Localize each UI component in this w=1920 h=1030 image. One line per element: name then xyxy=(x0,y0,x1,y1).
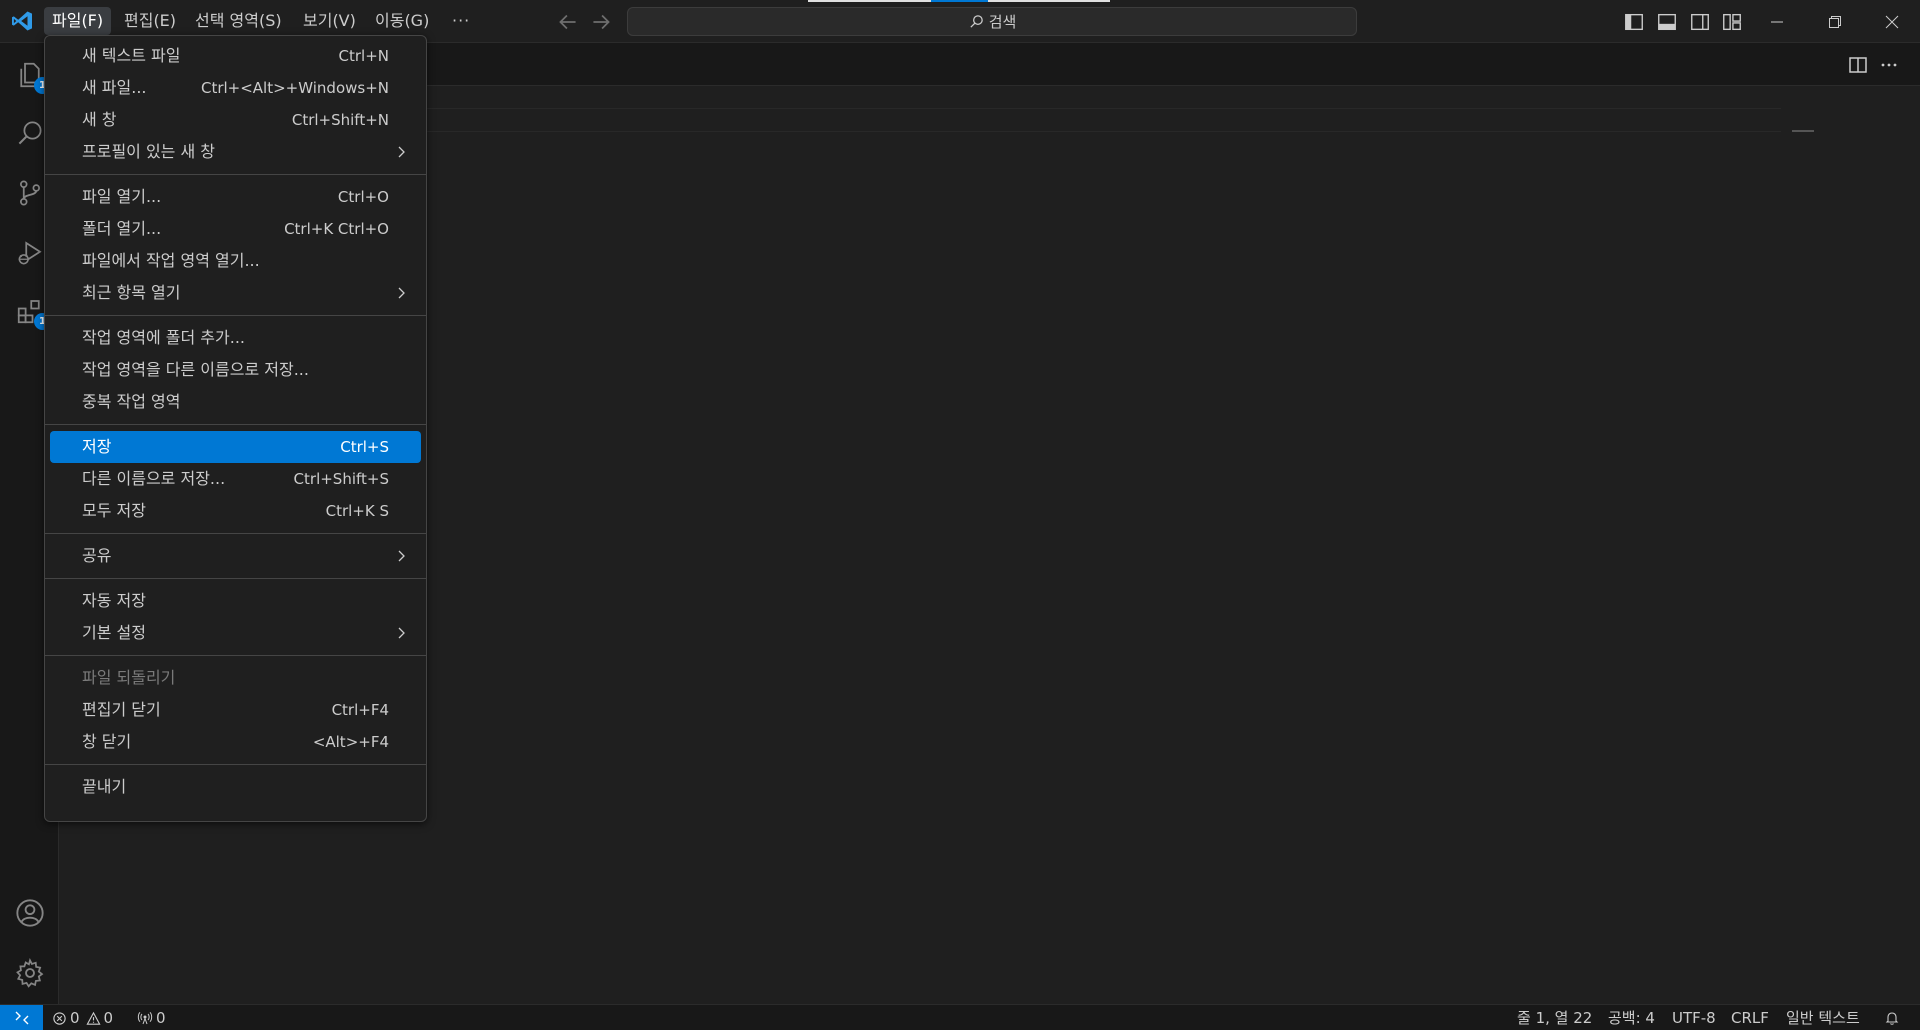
chevron-right-icon xyxy=(398,146,405,158)
warning-count: 0 xyxy=(103,1009,114,1027)
warning-icon xyxy=(86,1011,101,1025)
menu-item-save[interactable]: 저장 Ctrl+S xyxy=(50,431,421,463)
menu-separator xyxy=(45,424,426,425)
remote-indicator-button[interactable] xyxy=(0,1005,43,1030)
menu-separator xyxy=(45,764,426,765)
eol-status[interactable]: CRLF xyxy=(1731,1005,1769,1030)
minimize-icon xyxy=(1771,21,1783,22)
menu-item-open-workspace-from-file[interactable]: 파일에서 작업 영역 열기... xyxy=(50,245,421,277)
file-menu-dropdown: 새 텍스트 파일 Ctrl+N 새 파일... Ctrl+<Alt>+Windo… xyxy=(44,35,427,822)
menu-item-open-recent[interactable]: 최근 항목 열기 xyxy=(50,277,421,309)
remote-icon xyxy=(15,1011,28,1025)
restore-button[interactable] xyxy=(1806,0,1864,43)
menu-item-auto-save[interactable]: 자동 저장 xyxy=(50,585,421,617)
toggle-primary-sidebar-icon[interactable] xyxy=(1623,11,1645,33)
minimize-button[interactable] xyxy=(1748,0,1806,43)
chevron-right-icon xyxy=(398,287,405,299)
menu-item-open-file[interactable]: 파일 열기... Ctrl+O xyxy=(50,181,421,213)
menu-item-new-window[interactable]: 새 창 Ctrl+Shift+N xyxy=(50,104,421,136)
close-button[interactable] xyxy=(1863,0,1920,43)
menu-item-share[interactable]: 공유 xyxy=(50,540,421,572)
menu-item-exit[interactable]: 끝내기 xyxy=(50,771,421,803)
customize-layout-icon[interactable] xyxy=(1721,11,1743,33)
search-icon xyxy=(970,15,983,28)
indentation-status[interactable]: 공백: 4 xyxy=(1608,1005,1655,1030)
menu-separator xyxy=(45,174,426,175)
menu-item-new-window-with-profile[interactable]: 프로필이 있는 새 창 xyxy=(50,136,421,168)
arrow-right-icon[interactable] xyxy=(588,9,614,35)
menu-item-close-editor[interactable]: 편집기 닫기 Ctrl+F4 xyxy=(50,694,421,726)
menu-item-save-workspace-as[interactable]: 작업 영역을 다른 이름으로 저장... xyxy=(50,354,421,386)
chevron-right-icon xyxy=(398,550,405,562)
menu-more[interactable]: ··· xyxy=(444,7,478,35)
search-icon xyxy=(18,121,41,145)
menu-item-save-as[interactable]: 다른 이름으로 저장... Ctrl+Shift+S xyxy=(50,463,421,495)
run-debug-icon xyxy=(18,241,42,265)
notifications-button[interactable] xyxy=(1884,1005,1900,1030)
menu-edit[interactable]: 편집(E) xyxy=(116,7,184,35)
chevron-right-icon xyxy=(398,627,405,639)
menu-item-close-window[interactable]: 창 닫기 <Alt>+F4 xyxy=(50,726,421,758)
menu-file[interactable]: 파일(F) xyxy=(44,7,112,35)
menu-selection[interactable]: 선택 영역(S) xyxy=(187,7,290,35)
ports-status[interactable]: 0 xyxy=(137,1005,166,1030)
problems-status[interactable]: 0 0 xyxy=(52,1005,113,1030)
encoding-status[interactable]: UTF-8 xyxy=(1672,1005,1716,1030)
menu-item-new-text-file[interactable]: 새 텍스트 파일 Ctrl+N xyxy=(50,40,421,72)
accounts-button[interactable] xyxy=(0,885,59,941)
split-editor-icon[interactable] xyxy=(1846,53,1870,77)
menu-separator xyxy=(45,578,426,579)
broadcast-icon xyxy=(137,1011,153,1025)
menu-item-add-folder-to-workspace[interactable]: 작업 영역에 폴더 추가... xyxy=(50,322,421,354)
toggle-panel-icon[interactable] xyxy=(1656,11,1678,33)
menu-item-revert-file: 파일 되돌리기 xyxy=(82,668,176,687)
gear-icon xyxy=(15,957,43,988)
minimap[interactable] xyxy=(1792,130,1814,134)
vscode-logo-icon[interactable] xyxy=(10,9,34,33)
bell-icon xyxy=(1885,1012,1899,1025)
progress-indicator xyxy=(808,0,1110,2)
menu-item-preferences[interactable]: 기본 설정 xyxy=(50,617,421,649)
language-mode-status[interactable]: 일반 텍스트 xyxy=(1786,1005,1860,1030)
ports-count: 0 xyxy=(156,1009,166,1027)
menu-view[interactable]: 보기(V) xyxy=(295,7,364,35)
close-icon xyxy=(1885,15,1899,28)
menu-separator xyxy=(45,533,426,534)
menu-go[interactable]: 이동(G) xyxy=(367,7,437,35)
restore-icon xyxy=(1829,15,1841,28)
error-icon xyxy=(53,1011,66,1025)
status-bar: 0 0 0 줄 1, 열 22 공백: 4 UTF-8 CRLF 일반 텍스트 xyxy=(0,1004,1920,1030)
cursor-position[interactable]: 줄 1, 열 22 xyxy=(1517,1005,1592,1030)
menu-item-new-file[interactable]: 새 파일... Ctrl+<Alt>+Windows+N xyxy=(50,72,421,104)
error-count: 0 xyxy=(70,1009,80,1027)
arrow-left-icon[interactable] xyxy=(555,9,581,35)
toggle-secondary-sidebar-icon[interactable] xyxy=(1689,11,1711,33)
command-center-search[interactable]: 검색 xyxy=(627,7,1357,36)
menu-item-open-folder[interactable]: 폴더 열기... Ctrl+K Ctrl+O xyxy=(50,213,421,245)
search-label: 검색 xyxy=(988,13,1017,31)
menu-separator xyxy=(45,315,426,316)
manage-button[interactable] xyxy=(0,945,59,1001)
source-control-icon xyxy=(19,180,40,206)
more-actions-icon[interactable] xyxy=(1877,53,1901,77)
menu-item-save-all[interactable]: 모두 저장 Ctrl+K S xyxy=(50,495,421,527)
account-icon xyxy=(15,899,44,927)
menu-item-duplicate-workspace[interactable]: 중복 작업 영역 xyxy=(50,386,421,418)
menu-separator xyxy=(45,655,426,656)
